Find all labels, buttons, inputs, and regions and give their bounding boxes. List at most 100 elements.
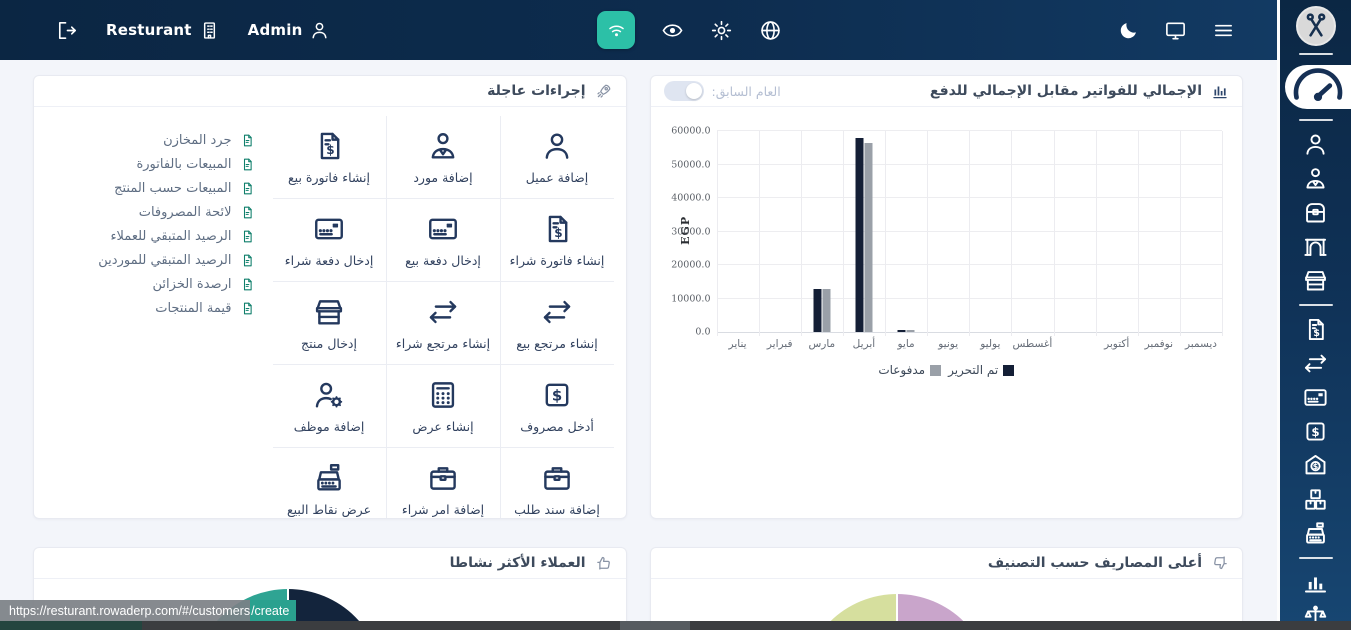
toggle-label: العام السابق: bbox=[712, 84, 781, 99]
monitor-icon[interactable] bbox=[1164, 19, 1187, 42]
action-tile[interactable]: إضافة عميل bbox=[501, 116, 614, 198]
report-link[interactable]: المبيعات حسب المنتج bbox=[50, 181, 255, 196]
bar bbox=[813, 289, 821, 332]
action-tile[interactable]: $ أدخل مصروف bbox=[501, 365, 614, 447]
action-tile[interactable]: $إنشاء فاتورة شراء bbox=[501, 199, 614, 281]
tile-label: إنشاء عرض bbox=[412, 419, 473, 434]
report-link[interactable]: جرد المخازن bbox=[50, 133, 255, 148]
sidebar-item-payments[interactable] bbox=[1302, 384, 1329, 411]
report-link-label: جرد المخازن bbox=[163, 133, 231, 148]
report-link[interactable]: ارصدة الخزائن bbox=[50, 277, 255, 292]
status-url-highlight: /create bbox=[250, 600, 296, 621]
company-switcher[interactable]: Resturant bbox=[106, 20, 220, 41]
report-link-label: المبيعات بالفاتورة bbox=[136, 157, 231, 172]
chest-icon bbox=[1302, 199, 1329, 226]
x-tick-label: فبراير bbox=[767, 338, 793, 350]
tile-label: أدخل مصروف bbox=[520, 419, 594, 434]
globe-icon[interactable] bbox=[759, 19, 782, 42]
tile-label: عرض نقاط البيع bbox=[287, 502, 371, 517]
tile-label: إدخال دفعة شراء bbox=[285, 253, 374, 268]
bar bbox=[822, 289, 830, 332]
doc-icon bbox=[240, 301, 255, 316]
action-tile[interactable]: إنشاء عرض bbox=[387, 365, 500, 447]
previous-year-toggle-group: العام السابق: bbox=[664, 81, 781, 101]
doc-icon bbox=[240, 205, 255, 220]
tile-label: إنشاء مرتجع بيع bbox=[516, 336, 597, 351]
report-link[interactable]: الرصيد المتبقي للعملاء bbox=[50, 229, 255, 244]
panel-title: الإجمالي للفواتير مقابل الإجمالي للدفع bbox=[930, 83, 1202, 99]
sidebar-item-branches[interactable] bbox=[1302, 233, 1329, 260]
x-tick-label: ديسمبر bbox=[1185, 338, 1217, 350]
calculator-icon bbox=[426, 378, 460, 412]
sidebar-divider bbox=[1299, 304, 1333, 306]
building-icon bbox=[199, 20, 220, 41]
action-tile[interactable]: إدخال دفعة بيع bbox=[387, 199, 500, 281]
action-tile[interactable]: إدخال دفعة شراء bbox=[273, 199, 386, 281]
x-tick-label: أغسطس bbox=[1013, 338, 1053, 350]
report-link-label: المبيعات حسب المنتج bbox=[114, 181, 231, 196]
tile-label: إضافة موظف bbox=[294, 419, 365, 434]
moon-icon[interactable] bbox=[1118, 20, 1139, 41]
sidebar-item-pos[interactable] bbox=[1302, 520, 1329, 547]
chart-panel-header: الإجمالي للفواتير مقابل الإجمالي للدفع ا… bbox=[651, 76, 1243, 107]
action-tile[interactable]: إضافة مورد bbox=[387, 116, 500, 198]
action-tile[interactable]: إضافة موظف bbox=[273, 365, 386, 447]
sidebar-item-suppliers[interactable] bbox=[1302, 165, 1329, 192]
rocket-icon bbox=[595, 82, 613, 100]
invoice-icon: $ bbox=[540, 212, 574, 246]
app-logo[interactable] bbox=[1296, 6, 1336, 46]
quick-action-tiles: إضافة عميلإضافة مورد$إنشاء فاتورة بيع$إن… bbox=[273, 116, 614, 519]
action-tile[interactable]: $إنشاء فاتورة بيع bbox=[273, 116, 386, 198]
tile-label: إدخال منتج bbox=[301, 336, 357, 351]
briefcase-icon bbox=[426, 461, 460, 495]
user-menu[interactable]: Admin bbox=[248, 20, 331, 41]
card-icon bbox=[312, 212, 346, 246]
menu-icon[interactable] bbox=[1212, 19, 1235, 42]
navbar-center-group bbox=[597, 0, 782, 60]
sidebar-item-receipts[interactable]: $ bbox=[1302, 452, 1329, 479]
y-tick-label: 0.0 bbox=[695, 327, 710, 338]
report-link[interactable]: الرصيد المتبقي للموردين bbox=[50, 253, 255, 268]
action-tile[interactable]: إدخال منتج bbox=[273, 282, 386, 364]
user-gear-icon bbox=[312, 378, 346, 412]
action-tile[interactable]: إنشاء مرتجع شراء bbox=[387, 282, 500, 364]
action-tile[interactable]: عرض نقاط البيع bbox=[273, 448, 386, 519]
tile-label: إضافة مورد bbox=[413, 170, 472, 185]
sidebar-item-dashboard[interactable] bbox=[1285, 65, 1351, 109]
dollar-square-icon: $ bbox=[540, 378, 574, 412]
sidebar-item-inventory[interactable] bbox=[1302, 486, 1329, 513]
report-link[interactable]: قيمة المنتجات bbox=[50, 301, 255, 316]
previous-year-toggle[interactable] bbox=[664, 81, 704, 101]
report-link[interactable]: المبيعات بالفاتورة bbox=[50, 157, 255, 172]
legend-item: مدفوعات bbox=[878, 363, 941, 377]
speedometer-icon bbox=[1285, 54, 1351, 120]
panel-title: العملاء الأكثر نشاطا bbox=[450, 555, 586, 571]
connection-status-button[interactable] bbox=[597, 11, 635, 49]
main-sidebar: $ $ $ bbox=[1277, 0, 1351, 630]
sidebar-item-expenses[interactable]: $ bbox=[1302, 418, 1329, 445]
bar-group bbox=[927, 131, 969, 332]
sidebar-item-invoices[interactable]: $ bbox=[1302, 316, 1329, 343]
action-tile[interactable]: إضافة امر شراء bbox=[387, 448, 500, 519]
x-axis-labels: ينايرفبرايرمارسأبريلمايويونيويوليوأغسطسأ… bbox=[717, 338, 1223, 354]
sidebar-item-customers[interactable] bbox=[1302, 131, 1329, 158]
sidebar-item-products[interactable] bbox=[1302, 267, 1329, 294]
sidebar-item-reports[interactable] bbox=[1302, 569, 1329, 596]
sidebar-item-treasury[interactable] bbox=[1302, 199, 1329, 226]
report-link[interactable]: لائحة المصروفات bbox=[50, 205, 255, 220]
sidebar-item-returns[interactable] bbox=[1302, 350, 1329, 377]
y-tick-label: 20000.0 bbox=[671, 260, 710, 271]
sidebar-nav: $ $ $ bbox=[1299, 131, 1333, 630]
user-tie-icon bbox=[1302, 165, 1329, 192]
gear-icon[interactable] bbox=[710, 19, 733, 42]
user-icon bbox=[540, 129, 574, 163]
bar-group bbox=[717, 131, 759, 332]
x-tick-label: نوفمبر bbox=[1145, 338, 1173, 350]
legend-color-box bbox=[1003, 365, 1014, 376]
action-tile[interactable]: إنشاء مرتجع بيع bbox=[501, 282, 614, 364]
action-tile[interactable]: إضافة سند طلب bbox=[501, 448, 614, 519]
eye-icon[interactable] bbox=[661, 19, 684, 42]
bar-group bbox=[1054, 131, 1096, 332]
toggle-knob bbox=[686, 83, 702, 99]
logout-icon[interactable] bbox=[55, 19, 78, 42]
